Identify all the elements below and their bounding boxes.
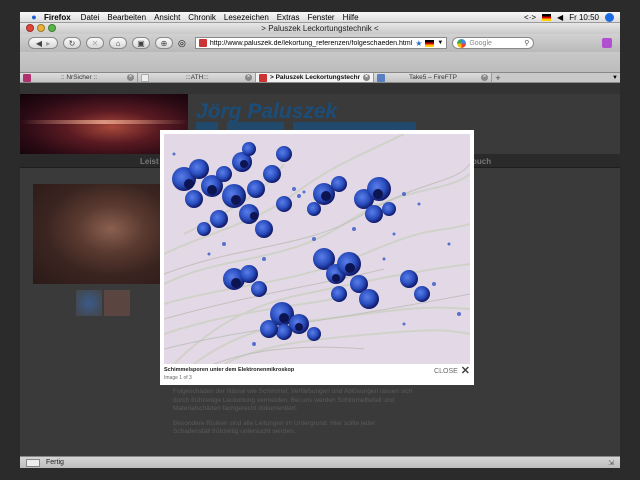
site-title: Jörg Paluszek — [196, 100, 338, 123]
stop-icon: ✕ — [91, 38, 99, 48]
zoom-window-icon[interactable] — [48, 24, 56, 32]
reload-icon: ↻ — [68, 38, 76, 48]
url-dropdown-icon[interactable]: ▼ — [437, 40, 443, 46]
close-window-icon[interactable] — [26, 24, 34, 32]
addon-icon[interactable]: ◎ — [178, 38, 186, 49]
bookmarks-toolbar — [20, 52, 620, 73]
home-icon: ⌂ — [115, 38, 121, 48]
url-text: http://www.paluszek.de/lekortung_referen… — [209, 39, 413, 47]
tab-label: :: NrSicher :: — [60, 74, 98, 81]
lightbox-footer: Schimmelsporen unter dem Elektronenmikro… — [164, 366, 470, 382]
menu-datei[interactable]: Datei — [81, 13, 100, 22]
window-title: > Paluszek Leckortungstechnik < — [261, 24, 379, 33]
lightbox-dialog: Schimmelsporen unter dem Elektronenmikro… — [160, 130, 474, 385]
minimize-window-icon[interactable] — [37, 24, 45, 32]
mold-spores-micrograph — [164, 134, 470, 364]
window-controls — [26, 24, 56, 32]
navigation-toolbar: ◀ ▸ ↻ ✕ ⌂ ▣ ⊕ ◎ http://www.paluszek.de/l… — [20, 34, 620, 52]
menubar-extras: <·> ◀ Fr 10:50 — [524, 12, 620, 22]
tab-label: :::ATH::: — [185, 74, 209, 81]
reload-button[interactable]: ↻ — [63, 37, 81, 49]
status-bar: Fertig ⇲ — [20, 456, 620, 468]
status-icon[interactable] — [26, 458, 40, 467]
spotlight-icon[interactable] — [605, 12, 614, 22]
lightbox-caption: Schimmelsporen unter dem Elektronenmikro… — [164, 367, 295, 373]
tab-list-button[interactable]: ▼ — [610, 73, 620, 82]
tab-favicon-icon — [259, 73, 267, 82]
close-label: CLOSE — [434, 368, 458, 375]
google-icon[interactable] — [457, 38, 467, 48]
menu-extras[interactable]: Extras — [277, 13, 300, 22]
script-toggle-icon[interactable]: <·> — [524, 13, 536, 22]
lightbox-counter: Image 1 of 3 — [164, 375, 192, 381]
thumbnail-strip — [76, 290, 130, 316]
extension-icon[interactable] — [602, 38, 612, 48]
back-arrow-icon: ◀ — [35, 38, 43, 48]
language-flag-icon[interactable] — [542, 13, 552, 21]
tab-fireftp[interactable]: Take5 – FireFTP × — [374, 73, 492, 82]
thumbnail-2[interactable] — [104, 290, 130, 316]
volume-icon[interactable]: ◀ — [557, 13, 563, 22]
mac-menu-bar: ● Firefox Datei Bearbeiten Ansicht Chron… — [20, 12, 620, 23]
new-tab-button[interactable]: + — [492, 73, 504, 83]
tab-close-icon[interactable]: × — [127, 74, 134, 81]
camera-icon: ▣ — [137, 38, 145, 48]
body-paragraph: Folgeschäden der Nässe wie Schimmel, Ver… — [173, 388, 413, 412]
nav-item-kontakt[interactable]: ouch — [472, 157, 491, 166]
tab-label: Take5 – FireFTP — [408, 74, 458, 81]
tab-favicon-icon — [23, 73, 31, 82]
tab-close-icon[interactable]: × — [245, 74, 252, 81]
menu-bearbeiten[interactable]: Bearbeiten — [107, 13, 146, 22]
lightbox-close-button[interactable]: CLOSE ✕ — [434, 365, 470, 377]
close-icon: ✕ — [460, 365, 470, 377]
stop-button[interactable]: ✕ — [86, 37, 104, 49]
bookmark-star-icon[interactable]: ★ — [415, 39, 422, 48]
tab-close-icon[interactable]: × — [363, 74, 370, 81]
site-favicon-icon — [198, 39, 207, 47]
url-bar[interactable]: http://www.paluszek.de/lekortung_referen… — [194, 37, 448, 49]
tab-bar: :: NrSicher :: × :::ATH::: × > Paluszek … — [20, 73, 620, 83]
tab-favicon-icon — [377, 73, 385, 82]
home-button[interactable]: ⌂ — [109, 37, 127, 49]
window-titlebar: > Paluszek Leckortungstechnik < — [20, 23, 620, 34]
back-forward-button[interactable]: ◀ ▸ — [28, 37, 58, 49]
nav-item-leistungen[interactable]: Leist — [140, 157, 159, 166]
menu-ansicht[interactable]: Ansicht — [154, 13, 180, 22]
search-icon[interactable]: ⚲ — [524, 39, 529, 47]
content-photo — [33, 184, 163, 284]
tab-favicon-icon — [141, 73, 149, 82]
menu-lesezeichen[interactable]: Lesezeichen — [224, 13, 269, 22]
menu-fenster[interactable]: Fenster — [307, 13, 334, 22]
lightbox-image — [164, 134, 470, 364]
apple-menu-icon[interactable]: ● — [28, 12, 40, 22]
body-text: Folgeschäden der Nässe wie Schimmel, Ver… — [173, 388, 413, 443]
search-bar[interactable]: Google ⚲ — [452, 37, 535, 49]
status-text: Fertig — [46, 459, 64, 466]
tab-close-icon[interactable]: × — [481, 74, 488, 81]
thumbnail-1[interactable] — [76, 290, 102, 316]
tab-ath[interactable]: :::ATH::: × — [138, 73, 256, 82]
menu-chronik[interactable]: Chronik — [188, 13, 216, 22]
resize-grip-icon[interactable]: ⇲ — [608, 459, 614, 467]
search-placeholder: Google — [469, 39, 492, 47]
plus-icon: ⊕ — [160, 38, 168, 48]
menu-hilfe[interactable]: Hilfe — [343, 13, 359, 22]
menu-app-name[interactable]: Firefox — [44, 13, 71, 22]
screenshot-button[interactable]: ▣ — [132, 37, 150, 49]
forward-arrow-icon: ▸ — [46, 38, 51, 48]
tab-paluszek[interactable]: > Paluszek Leckortungstechnik < × — [256, 73, 374, 82]
url-flag-icon[interactable] — [425, 39, 435, 47]
tab-label: > Paluszek Leckortungstechnik < — [270, 74, 360, 81]
add-bookmark-button[interactable]: ⊕ — [155, 37, 173, 49]
menu-clock[interactable]: Fr 10:50 — [569, 13, 599, 22]
body-paragraph: Besondere Risiken sind alle Leitungen im… — [173, 419, 376, 436]
tab-nrsicher[interactable]: :: NrSicher :: × — [20, 73, 138, 82]
